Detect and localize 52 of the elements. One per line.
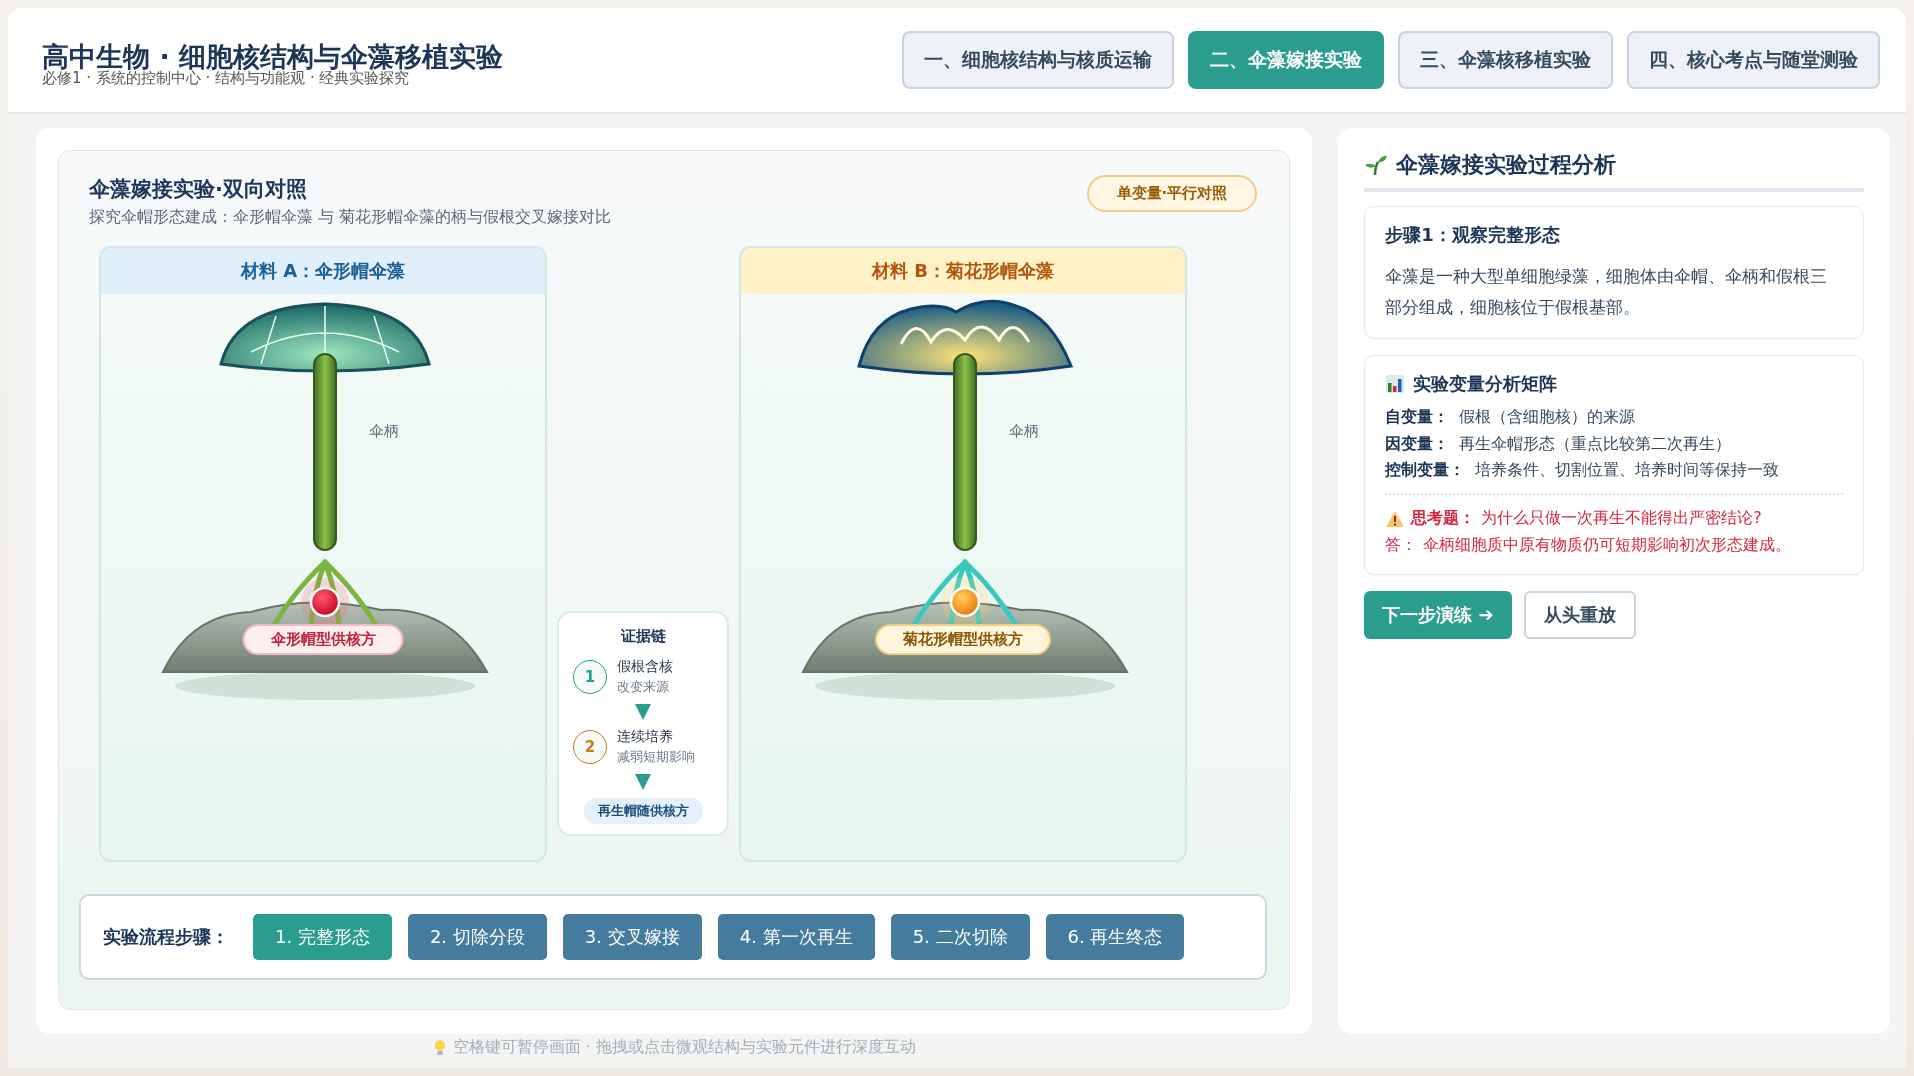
sprout-icon [1364,153,1389,177]
step-button[interactable]: 6. 再生终态 [1045,914,1185,960]
step-button[interactable]: 1. 完整形态 [253,914,392,960]
replay-button[interactable]: 从头重放 [1523,591,1636,640]
step-button[interactable]: 2. 切除分段 [407,914,547,960]
tab[interactable]: 一、细胞核结构与核质运输 [902,31,1174,89]
page-subtitle: 必修1 · 系统的控制中心 · 结构与功能观 · 经典实验探究 [42,71,410,87]
tab[interactable]: 二、伞藻嫁接实验 [1188,31,1384,89]
evidence-step-note: 改变来源 [617,679,670,696]
step-title: 步骤1：观察完整形态 [1385,223,1561,247]
variable-value: 再生伞帽形态（重点比较第二次再生） [1459,432,1732,455]
evidence-step-note: 减弱短期影响 [617,749,695,766]
question-label: 思考题： [1411,507,1476,530]
step-number: 1 [573,660,607,694]
tab[interactable]: 四、核心考点与随堂测验 [1627,31,1880,89]
nucleus-donor-label: 伞形帽型供核方 [242,624,404,655]
question-text: 为什么只做一次再生不能得出严密结论? [1481,507,1762,530]
tab[interactable]: 三、伞藻核移植实验 [1398,31,1613,89]
stalk-label: 伞柄 [369,422,399,441]
variable-label: 控制变量： [1385,458,1466,481]
warning-icon [1385,509,1406,528]
step-number: 2 [573,730,607,764]
variable-label: 因变量： [1385,432,1450,455]
design-badge: 单变量·平行对照 [1086,175,1258,212]
step-button[interactable]: 5. 二次切除 [890,914,1030,960]
bar-chart-icon [1385,374,1406,395]
nucleus-donor-label: 菊花形帽型供核方 [875,624,1051,655]
step-button[interactable]: 4. 第一次再生 [717,914,875,960]
matrix-title: 实验变量分析矩阵 [1413,372,1558,397]
hint-text: 空格键可暂停画面 · 拖拽或点击微观结构与实验元件进行深度互动 [452,1037,916,1058]
process-label: 实验流程步骤： [103,925,229,949]
step-description: 伞藻是一种大型单细胞绿藻，细胞体由伞帽、伞柄和假根三部分组成，细胞核位于假根基部。 [1385,265,1829,319]
light-bulb-icon [432,1038,447,1057]
section-title: 伞藻嫁接实验·双向对照 [89,176,308,203]
variable-label: 自变量： [1385,406,1450,429]
section-description: 探究伞帽形态建成：伞形帽伞藻 与 菊花形帽伞藻的柄与假根交叉嫁接对比 [89,207,612,228]
answer-text: 伞柄细胞质中原有物质仍可短期影响初次形态建成。 [1423,533,1792,556]
variable-value: 假根（含细胞核）的来源 [1459,406,1636,429]
material-title: 材料 A：伞形帽伞藻 [101,248,545,294]
down-arrow-icon [633,772,653,792]
material-title: 材料 B：菊花形帽伞藻 [741,248,1185,294]
evidence-step-title: 假根含核 [617,658,673,676]
stalk-label: 伞柄 [1009,422,1039,441]
evidence-chain-title: 证据链 [620,627,666,646]
evidence-step-title: 连续培养 [617,728,674,746]
next-step-button[interactable]: 下一步演练 ➔ [1364,591,1512,640]
down-arrow-icon [633,702,653,722]
analysis-title: 伞藻嫁接实验过程分析 [1396,151,1617,179]
answer-label: 答： [1385,533,1418,556]
step-button[interactable]: 3. 交叉嫁接 [562,914,702,960]
evidence-result: 再生帽随供核方 [583,798,703,824]
variable-value: 培养条件、切割位置、培养时间等保持一致 [1475,458,1780,481]
